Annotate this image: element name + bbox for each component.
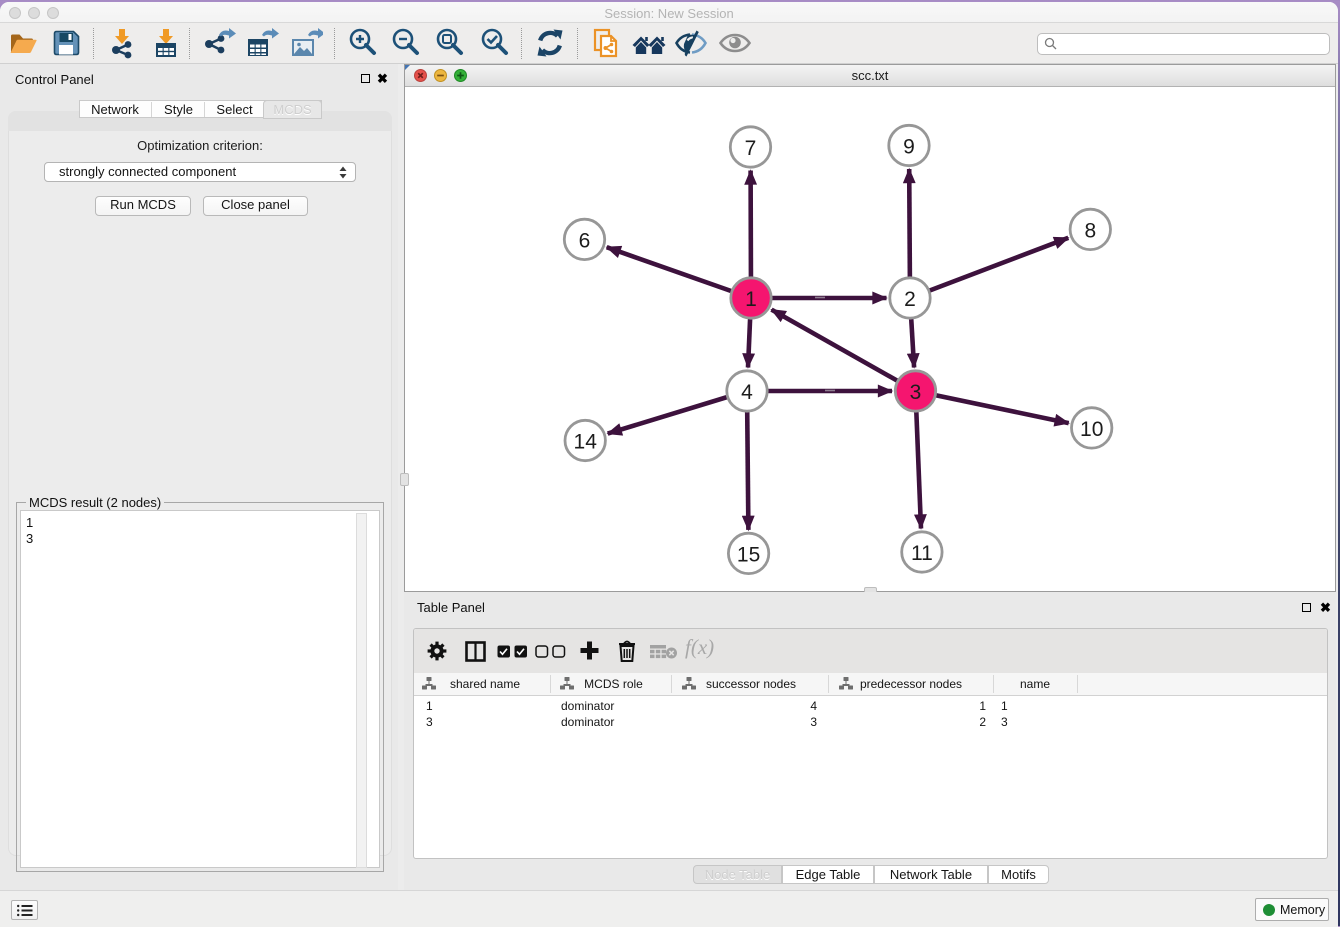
svg-text:2: 2 [904, 288, 916, 311]
svg-text:9: 9 [903, 136, 915, 159]
svg-text:11: 11 [911, 542, 933, 565]
svg-text:10: 10 [1080, 418, 1103, 441]
svg-text:4: 4 [741, 381, 753, 404]
svg-text:6: 6 [579, 229, 591, 252]
svg-text:7: 7 [745, 137, 757, 160]
svg-text:15: 15 [737, 543, 760, 566]
svg-text:3: 3 [910, 381, 922, 404]
svg-text:14: 14 [574, 431, 598, 454]
svg-text:8: 8 [1084, 219, 1096, 242]
svg-text:1: 1 [745, 288, 757, 311]
